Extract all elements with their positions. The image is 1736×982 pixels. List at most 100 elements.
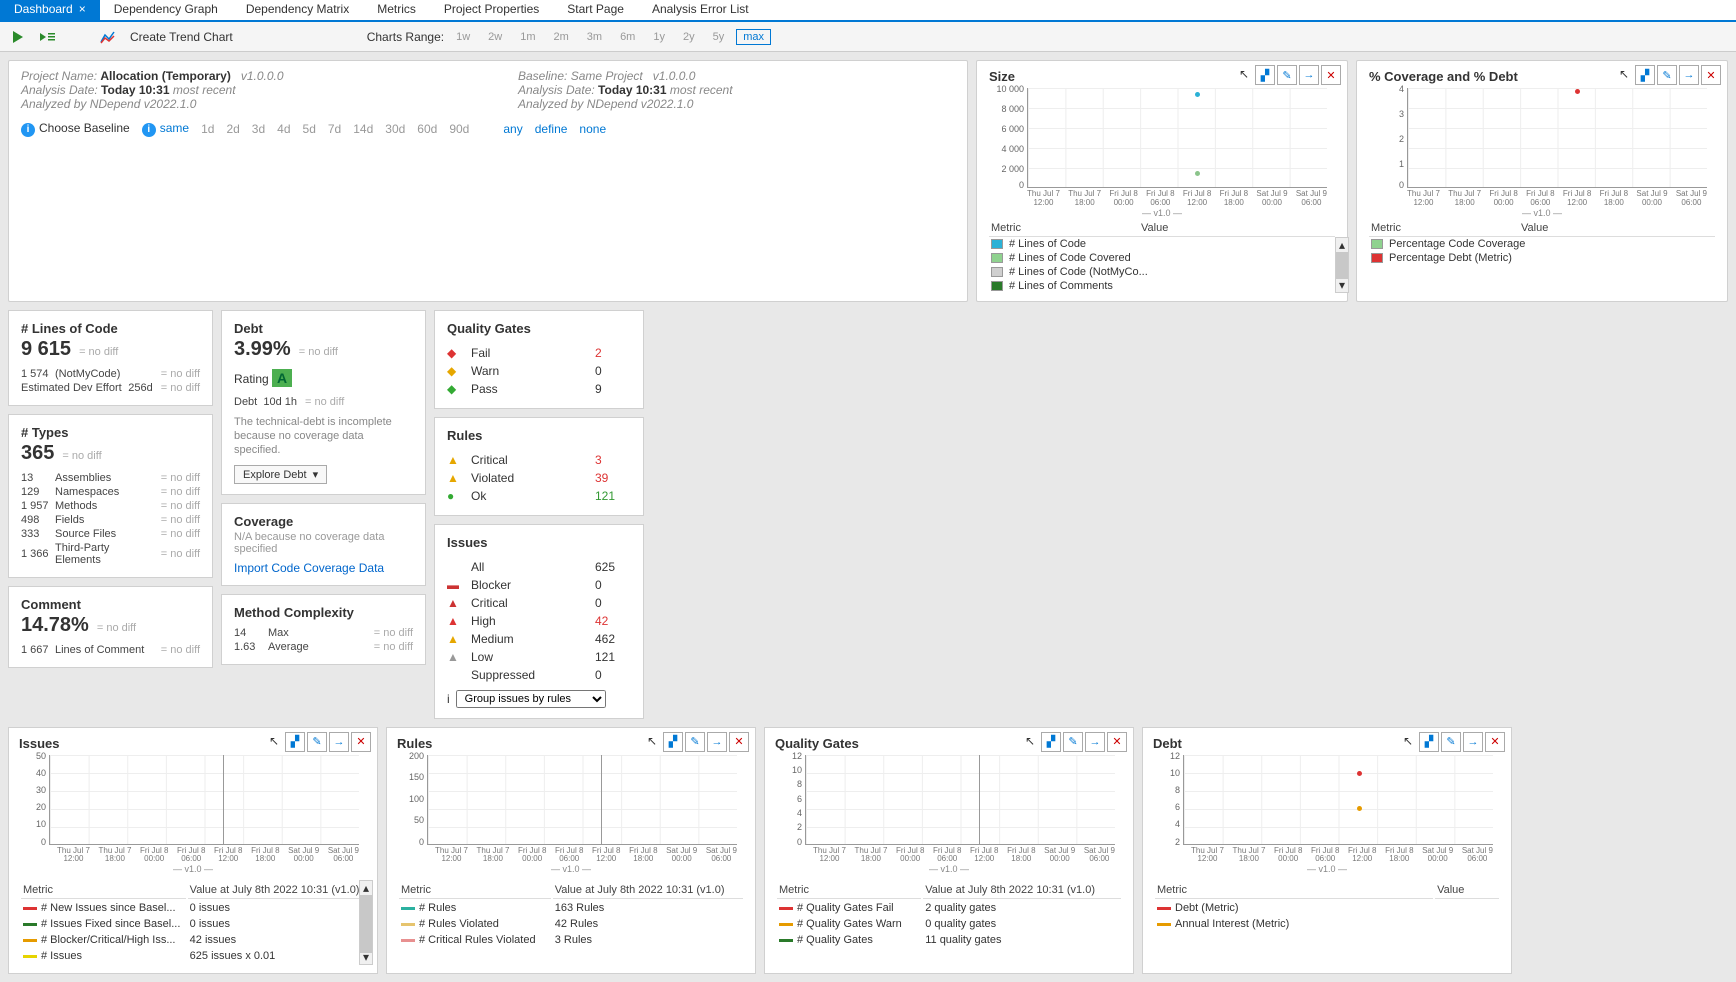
close-icon[interactable]: ✕ bbox=[1107, 732, 1127, 752]
legend-item[interactable]: Percentage Code Coverage bbox=[1389, 238, 1525, 250]
pill-2d[interactable]: 2d bbox=[226, 122, 239, 136]
import-coverage-link[interactable]: Import Code Coverage Data bbox=[234, 561, 413, 575]
close-icon[interactable]: ✕ bbox=[1701, 65, 1721, 85]
baseline-recent: most recent bbox=[670, 83, 733, 97]
pill-7d[interactable]: 7d bbox=[328, 122, 341, 136]
range-1w[interactable]: 1w bbox=[450, 30, 476, 44]
pill-same[interactable]: isame bbox=[142, 121, 189, 137]
range-2m[interactable]: 2m bbox=[548, 30, 575, 44]
cursor-icon[interactable]: ↖ bbox=[1235, 65, 1253, 85]
high-icon: ▲ bbox=[447, 614, 461, 628]
range-1m[interactable]: 1m bbox=[514, 30, 541, 44]
baseline-analysis-date: Today 10:31 bbox=[598, 83, 666, 97]
scrollbar[interactable]: ▴▾ bbox=[359, 880, 373, 965]
y-tick: 8 000 bbox=[990, 104, 1024, 114]
legend-item[interactable]: # Lines of Comments bbox=[1009, 280, 1113, 292]
legend-item[interactable]: Percentage Debt (Metric) bbox=[1389, 252, 1512, 264]
coverage-card: Coverage N/A because no coverage data sp… bbox=[221, 503, 426, 586]
range-5y[interactable]: 5y bbox=[707, 30, 731, 44]
create-trend-button[interactable]: Create Trend Chart bbox=[130, 30, 233, 44]
pill-3d[interactable]: 3d bbox=[252, 122, 265, 136]
cursor-icon[interactable]: ↖ bbox=[1615, 65, 1633, 85]
add-chart-icon[interactable]: ▞ bbox=[663, 732, 683, 752]
add-chart-icon[interactable]: ▞ bbox=[285, 732, 305, 752]
add-chart-icon[interactable]: ▞ bbox=[1041, 732, 1061, 752]
edit-icon[interactable]: ✎ bbox=[685, 732, 705, 752]
chevron-down-icon: ▾ bbox=[313, 468, 319, 481]
arrow-icon[interactable]: → bbox=[1679, 65, 1699, 85]
cursor-icon[interactable]: ↖ bbox=[1399, 732, 1417, 752]
arrow-icon[interactable]: → bbox=[707, 732, 727, 752]
range-3m[interactable]: 3m bbox=[581, 30, 608, 44]
cursor-icon[interactable]: ↖ bbox=[643, 732, 661, 752]
range-2y[interactable]: 2y bbox=[677, 30, 701, 44]
card-title: Method Complexity bbox=[234, 605, 413, 620]
pill-14d[interactable]: 14d bbox=[353, 122, 373, 136]
pill-define[interactable]: define bbox=[535, 122, 568, 136]
pill-60d[interactable]: 60d bbox=[417, 122, 437, 136]
y-tick: 6 000 bbox=[990, 124, 1024, 134]
close-icon[interactable]: ✕ bbox=[1485, 732, 1505, 752]
range-2w[interactable]: 2w bbox=[482, 30, 508, 44]
pill-30d[interactable]: 30d bbox=[385, 122, 405, 136]
tab-analysis-errors[interactable]: Analysis Error List bbox=[638, 0, 763, 20]
add-chart-icon[interactable]: ▞ bbox=[1635, 65, 1655, 85]
chart-area[interactable]: 12108642 bbox=[1183, 755, 1493, 845]
edit-icon[interactable]: ✎ bbox=[1657, 65, 1677, 85]
types-value: 365 bbox=[21, 442, 54, 464]
edit-icon[interactable]: ✎ bbox=[1063, 732, 1083, 752]
add-chart-icon[interactable]: ▞ bbox=[1419, 732, 1439, 752]
cursor-icon[interactable]: ↖ bbox=[265, 732, 283, 752]
range-6m[interactable]: 6m bbox=[614, 30, 641, 44]
rating-label: Rating bbox=[234, 372, 269, 386]
tab-project-properties[interactable]: Project Properties bbox=[430, 0, 553, 20]
chart-area[interactable]: 200150100500 bbox=[427, 755, 737, 845]
tab-dependency-matrix[interactable]: Dependency Matrix bbox=[232, 0, 363, 20]
y-tick: 0 bbox=[990, 180, 1024, 190]
pill-90d[interactable]: 90d bbox=[449, 122, 469, 136]
arrow-icon[interactable]: → bbox=[1299, 65, 1319, 85]
debt-desc: The technical-debt is incomplete because… bbox=[234, 415, 413, 458]
close-icon[interactable]: ✕ bbox=[1321, 65, 1341, 85]
pill-1d[interactable]: 1d bbox=[201, 122, 214, 136]
arrow-icon[interactable]: → bbox=[329, 732, 349, 752]
add-chart-icon[interactable]: ▞ bbox=[1255, 65, 1275, 85]
y-tick: 10 000 bbox=[990, 84, 1024, 94]
arrow-icon[interactable]: → bbox=[1085, 732, 1105, 752]
range-1y[interactable]: 1y bbox=[647, 30, 671, 44]
tab-start-page[interactable]: Start Page bbox=[553, 0, 638, 20]
chart-area[interactable]: 4 3 2 1 0 bbox=[1407, 88, 1707, 188]
chart-debt: ↖ ▞ ✎ → ✕ Debt 12108642 Thu Jul 712:00Th… bbox=[1142, 727, 1512, 975]
pill-any[interactable]: any bbox=[503, 122, 522, 136]
legend-item[interactable]: # Lines of Code (NotMyCo... bbox=[1009, 266, 1148, 278]
close-icon[interactable]: ✕ bbox=[351, 732, 371, 752]
range-max[interactable]: max bbox=[736, 29, 771, 45]
arrow-icon[interactable]: → bbox=[1463, 732, 1483, 752]
edit-icon[interactable]: ✎ bbox=[1277, 65, 1297, 85]
cursor-icon[interactable]: ↖ bbox=[1021, 732, 1039, 752]
tab-dependency-graph[interactable]: Dependency Graph bbox=[100, 0, 232, 20]
pill-4d[interactable]: 4d bbox=[277, 122, 290, 136]
card-title: Debt bbox=[234, 321, 413, 336]
explore-debt-button[interactable]: Explore Debt▾ bbox=[234, 465, 327, 484]
tab-metrics[interactable]: Metrics bbox=[363, 0, 430, 20]
legend-item[interactable]: # Lines of Code Covered bbox=[1009, 252, 1131, 264]
coverage-desc: N/A because no coverage data specified bbox=[234, 531, 413, 555]
scrollbar[interactable]: ▴▾ bbox=[1335, 237, 1349, 293]
chart-area[interactable]: 10 000 8 000 6 000 4 000 2 000 0 bbox=[1027, 88, 1327, 188]
close-icon[interactable]: ✕ bbox=[729, 732, 749, 752]
close-icon[interactable]: × bbox=[79, 2, 86, 16]
group-issues-select[interactable]: Group issues by rules bbox=[456, 690, 606, 708]
pill-none[interactable]: none bbox=[579, 122, 606, 136]
edit-icon[interactable]: ✎ bbox=[307, 732, 327, 752]
chart-area[interactable]: 121086420 bbox=[805, 755, 1115, 845]
chart-area[interactable]: 50403020100 bbox=[49, 755, 359, 845]
legend-item[interactable]: # Lines of Code bbox=[1009, 238, 1086, 250]
run-icon[interactable] bbox=[10, 29, 26, 45]
chart-icon[interactable] bbox=[100, 29, 116, 45]
run-list-icon[interactable] bbox=[40, 29, 56, 45]
edit-icon[interactable]: ✎ bbox=[1441, 732, 1461, 752]
tab-dashboard[interactable]: Dashboard× bbox=[0, 0, 100, 20]
pill-5d[interactable]: 5d bbox=[303, 122, 316, 136]
choose-baseline-link[interactable]: iChoose Baseline bbox=[21, 121, 130, 137]
